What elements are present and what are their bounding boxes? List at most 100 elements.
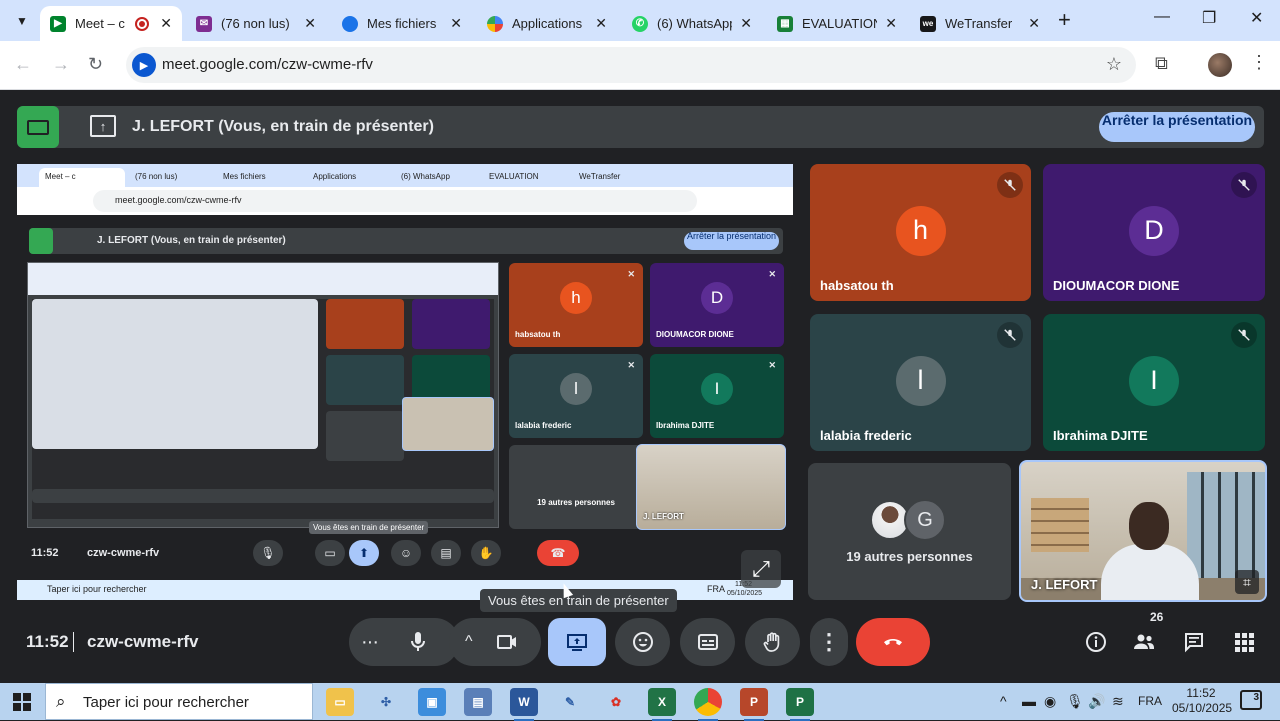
tools-icon[interactable]: ✎	[556, 688, 584, 716]
taskbar-search-text: Taper ici pour rechercher	[83, 694, 249, 711]
participant-name: lalabia frederic	[515, 421, 572, 430]
address-bar[interactable]: ▶ meet.google.com/czw-cwme-rfv ☆	[126, 47, 1136, 83]
close-tab-icon[interactable]: ✕	[587, 15, 607, 32]
tile-dioumacor[interactable]: D DIOUMACOR DIONE	[1043, 164, 1265, 301]
people-icon[interactable]	[1132, 630, 1156, 659]
present-now-button[interactable]	[548, 618, 606, 666]
remote-desktop-icon[interactable]: ▣	[418, 688, 446, 716]
close-tab-icon[interactable]: ✕	[877, 15, 897, 32]
tab-evaluation[interactable]: ▦ EVALUATION ✕	[767, 6, 907, 41]
tab-meet[interactable]: ▶ Meet – c ✕	[40, 6, 182, 41]
more-audio-options-icon[interactable]: ···	[361, 631, 379, 654]
close-window-button[interactable]: ✕	[1250, 8, 1263, 28]
camera-icon[interactable]	[495, 630, 519, 654]
participant-name: lalabia frederic	[820, 428, 912, 443]
avatar[interactable]	[1208, 53, 1232, 77]
tab-wetransfer[interactable]: we WeTransfer ✕	[910, 6, 1050, 41]
close-tab-icon[interactable]: ✕	[296, 15, 316, 32]
search-icon: ⌕	[56, 692, 66, 711]
tab-title: EVALUATION	[802, 16, 878, 31]
tab-search-chevron-icon[interactable]: ▼	[8, 7, 36, 35]
chrome-icon[interactable]	[694, 688, 722, 721]
publisher-icon[interactable]: P	[786, 688, 814, 721]
tray-volume-icon[interactable]: 🔊	[1088, 693, 1105, 710]
tab-applications[interactable]: Applications ✕	[477, 6, 617, 41]
close-tab-icon[interactable]: ✕	[442, 15, 462, 32]
leave-call-button[interactable]	[856, 618, 930, 666]
nested-tile	[326, 299, 404, 349]
tray-chevron-icon[interactable]: ^	[1000, 693, 1007, 709]
background-shelf	[1031, 498, 1089, 552]
windows-start-icon[interactable]	[13, 693, 31, 711]
shared-tab-strip: Meet – c (76 non lus) Mes fichiers Appli…	[17, 164, 793, 187]
participants-count-badge: 26	[1150, 610, 1164, 624]
extensions-icon[interactable]: ⧉	[1155, 53, 1168, 74]
avatar: I	[701, 373, 733, 406]
tab-whatsapp[interactable]: ✆ (6) WhatsApp ✕	[622, 6, 762, 41]
notifications-icon[interactable]: 3	[1240, 690, 1262, 710]
avatar: l	[895, 355, 946, 406]
network-app-icon[interactable]: ✣	[372, 688, 400, 716]
taskbar-search-box[interactable]: ⌕ Taper ici pour rechercher	[45, 683, 313, 720]
crop-icon[interactable]: ⌗	[1235, 570, 1259, 594]
url-text[interactable]: meet.google.com/czw-cwme-rfv	[162, 56, 373, 73]
reactions-button[interactable]	[615, 618, 670, 666]
mic-icon[interactable]	[406, 630, 430, 654]
captions-button[interactable]	[680, 618, 735, 666]
hand-icon	[763, 632, 779, 652]
self-video-tile[interactable]: J. LEFORT ⌗	[1019, 460, 1267, 602]
excel-icon[interactable]: X	[648, 688, 676, 721]
tile-lalabia[interactable]: l lalabia frederic	[810, 314, 1031, 451]
raise-hand-button[interactable]	[745, 618, 800, 666]
taskbar-clock[interactable]: 11:52 05/10/2025	[1172, 686, 1232, 716]
chevron-up-icon[interactable]: ^	[465, 633, 473, 651]
activities-icon[interactable]	[1232, 630, 1256, 659]
tab-title: Mes fichiers	[367, 16, 437, 31]
browser-menu-icon[interactable]: ⋮	[1250, 52, 1268, 73]
info-icon[interactable]	[1084, 630, 1108, 659]
tray-camera-icon[interactable]: ◉	[1044, 693, 1056, 710]
forward-icon[interactable]: →	[52, 54, 70, 75]
paint-icon[interactable]: ✿	[602, 688, 630, 716]
taskbar-time: 11:52	[1186, 686, 1216, 700]
nested-controls	[32, 489, 494, 503]
nested-screen-capture	[27, 262, 499, 528]
restore-button[interactable]: ❐	[1202, 8, 1216, 28]
tray-mic-icon[interactable]: 🎙	[1066, 693, 1084, 710]
tray-wifi-icon[interactable]: ≋	[1112, 693, 1124, 710]
tile-others[interactable]: G 19 autres personnes	[808, 463, 1011, 600]
presenting-tooltip: Vous êtes en train de présenter	[480, 589, 677, 612]
tab-mail[interactable]: ✉ (76 non lus) ✕	[186, 6, 326, 41]
close-tab-icon[interactable]: ✕	[732, 15, 752, 32]
presentation-layout-button[interactable]	[17, 106, 59, 148]
close-tab-icon[interactable]: ✕	[1020, 15, 1040, 32]
powerpoint-icon[interactable]: P	[740, 688, 768, 721]
shared-tab: Applications	[313, 172, 357, 181]
file-explorer-icon[interactable]: ▭	[326, 688, 354, 716]
tab-files[interactable]: Mes fichiers ✕	[332, 6, 472, 41]
language-indicator[interactable]: FRA	[1138, 694, 1162, 708]
meet-site-icon[interactable]: ▶	[132, 53, 156, 77]
participant-name: Ibrahima DJITE	[1053, 428, 1148, 443]
avatar: h	[560, 282, 592, 315]
back-icon[interactable]: ←	[14, 54, 32, 75]
word-icon[interactable]: W	[510, 688, 538, 721]
shared-present-icon: ⬆	[349, 540, 379, 566]
new-tab-button[interactable]: +	[1058, 9, 1071, 31]
shared-emoji-icon: ☺	[391, 540, 421, 566]
tray-app-icon[interactable]: ▬	[1022, 693, 1036, 709]
close-tab-icon[interactable]: ✕	[152, 15, 172, 32]
tile-ibrahima[interactable]: I Ibrahima DJITE	[1043, 314, 1265, 451]
chat-icon[interactable]	[1182, 630, 1206, 659]
more-options-button[interactable]: ⋮	[810, 618, 848, 666]
reload-icon[interactable]: ↻	[88, 54, 103, 75]
app-icon[interactable]: ▤	[464, 688, 492, 716]
bookmark-star-icon[interactable]: ☆	[1106, 54, 1122, 75]
mic-off-icon	[997, 172, 1023, 198]
fullscreen-icon[interactable]: ⤢	[741, 550, 781, 588]
shared-screen: Meet – c (76 non lus) Mes fichiers Appli…	[17, 164, 793, 600]
tab-title: Meet – c	[75, 16, 125, 31]
tile-habsatou[interactable]: h habsatou th	[810, 164, 1031, 301]
minimize-button[interactable]: —	[1154, 8, 1170, 26]
stop-presenting-button[interactable]: Arrêter la présentation	[1099, 112, 1255, 142]
